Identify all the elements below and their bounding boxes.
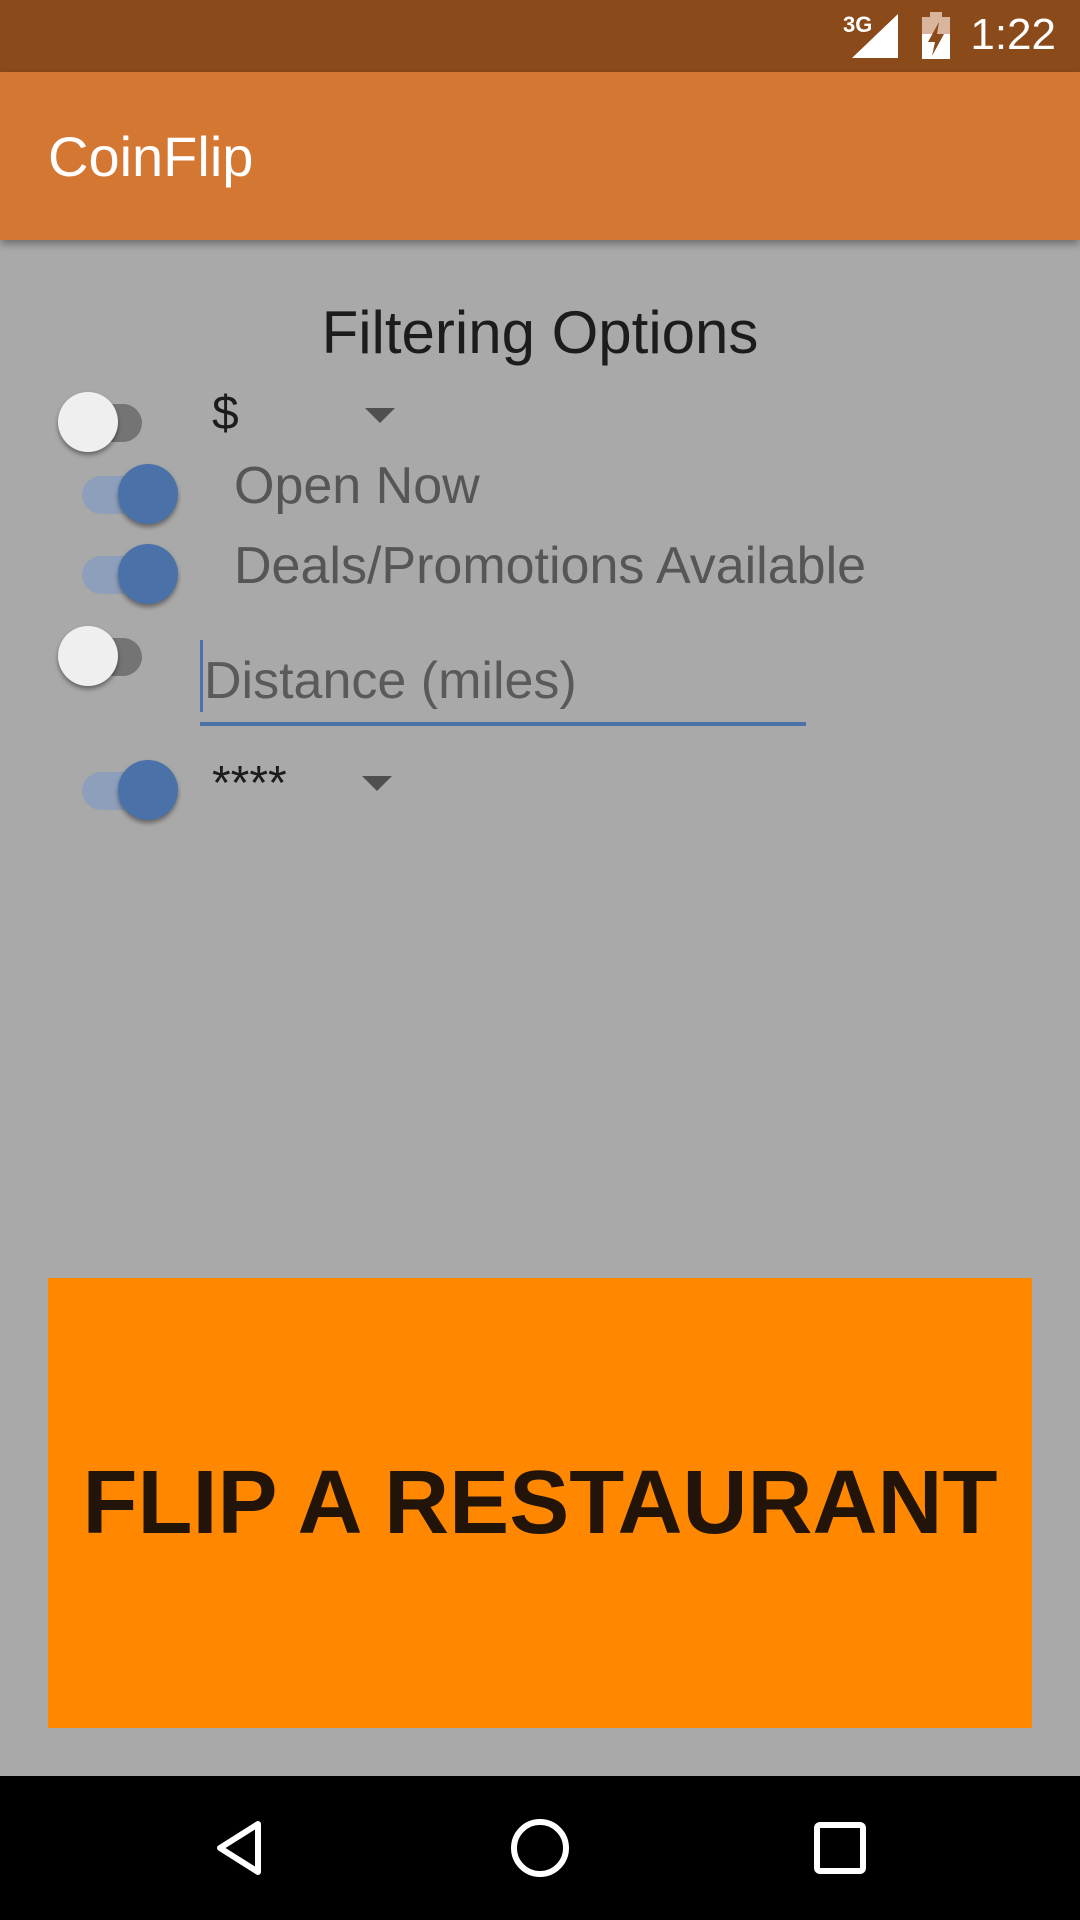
rating-filter-switch[interactable] xyxy=(0,750,178,820)
rating-spinner[interactable]: **** xyxy=(200,750,420,820)
flip-restaurant-label: FLIP A RESTAURANT xyxy=(82,1452,998,1553)
dropdown-arrow-icon xyxy=(362,776,392,791)
filtering-title: Filtering Options xyxy=(321,299,759,366)
rating-spinner-value: **** xyxy=(212,757,287,810)
text-caret xyxy=(200,640,203,712)
open-now-label: Open Now xyxy=(234,457,480,515)
price-spinner[interactable]: $ xyxy=(200,380,420,450)
deals-label: Deals/Promotions Available xyxy=(234,537,867,595)
battery-charging-icon xyxy=(922,12,950,59)
home-button[interactable] xyxy=(500,1808,580,1888)
deals-switch[interactable] xyxy=(0,534,178,604)
app-bar: CoinFlip xyxy=(0,72,1080,240)
navigation-bar xyxy=(0,1776,1080,1920)
signal-icon xyxy=(852,14,898,58)
dropdown-arrow-icon xyxy=(365,408,395,423)
switch-thumb xyxy=(58,392,118,452)
price-filter-switch[interactable] xyxy=(0,382,142,452)
status-bar: 3G 1:22 xyxy=(0,0,1080,72)
flip-restaurant-button[interactable]: FLIP A RESTAURANT xyxy=(48,1278,1032,1728)
recents-icon xyxy=(814,1822,866,1874)
status-time: 1:22 xyxy=(970,10,1056,59)
home-icon xyxy=(511,1819,569,1877)
switch-thumb xyxy=(118,544,178,604)
distance-filter-switch[interactable] xyxy=(0,616,142,686)
price-spinner-value: $ xyxy=(212,387,239,440)
back-icon xyxy=(217,1821,261,1875)
back-button[interactable] xyxy=(200,1808,280,1888)
distance-input[interactable] xyxy=(200,640,806,726)
open-now-switch[interactable] xyxy=(0,454,178,524)
switch-thumb xyxy=(118,760,178,820)
switch-thumb xyxy=(118,464,178,524)
switch-thumb xyxy=(58,626,118,686)
app-title: CoinFlip xyxy=(48,125,254,188)
recents-button[interactable] xyxy=(800,1808,880,1888)
